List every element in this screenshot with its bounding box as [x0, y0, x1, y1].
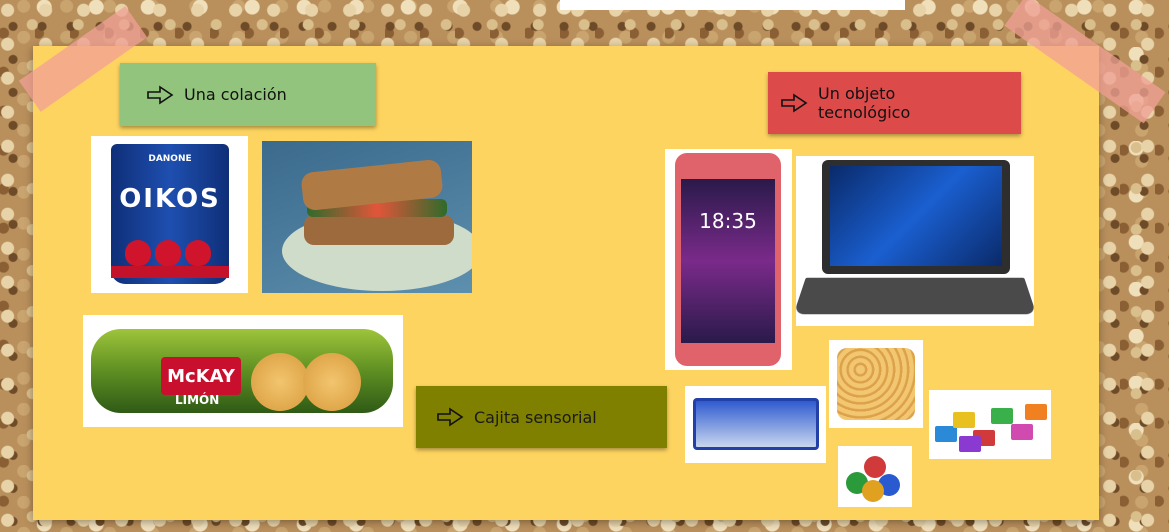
label-cajita-sensorial: Cajita sensorial: [416, 386, 667, 448]
yogurt-maker-text: DANONE: [148, 154, 192, 164]
photo-mckay-cookies: McKAY LIMÓN: [83, 315, 403, 427]
lego-brick: [1011, 424, 1033, 440]
yogurt-band: [111, 266, 229, 278]
lego-brick: [991, 408, 1013, 424]
photo-bottle-caps: [838, 446, 912, 507]
lego-brick: [953, 412, 975, 428]
lego-brick: [959, 436, 981, 452]
photo-lego-blocks: [929, 390, 1051, 459]
photo-laptop: [796, 156, 1034, 326]
photo-pasta: [829, 340, 923, 428]
plastic-box-shape: [693, 398, 819, 450]
arrow-right-icon: [437, 407, 464, 427]
label-text-block: Un objeto tecnológico: [818, 84, 910, 122]
yogurt-brand-text: OIKOS: [119, 184, 221, 214]
strawberry-shape: [155, 240, 181, 266]
cookie-shape: [251, 353, 309, 411]
phone-body: 18:35: [675, 153, 781, 366]
pasta-shape: [837, 348, 915, 420]
photo-plastic-box: [685, 386, 826, 463]
strawberry-shape: [125, 240, 151, 266]
laptop-lid: [822, 160, 1010, 274]
photo-oikos-yogurt: DANONE OIKOS: [91, 136, 248, 293]
cookie-pack: McKAY LIMÓN: [91, 329, 393, 413]
label-text-line1: Un objeto: [818, 83, 896, 103]
arrow-right-icon: [147, 85, 174, 104]
top-white-strip: [560, 0, 905, 10]
cookie-brand-text: McKAY: [161, 357, 241, 395]
laptop-screen: [830, 166, 1002, 266]
label-text: Cajita sensorial: [474, 407, 597, 427]
bread-bottom: [304, 215, 454, 245]
label-text-line2: tecnológico: [818, 103, 911, 122]
photo-smartphone: 18:35: [665, 149, 792, 370]
phone-screen: 18:35: [681, 179, 775, 343]
yogurt-cup: DANONE OIKOS: [111, 144, 229, 284]
strawberry-shape: [185, 240, 211, 266]
arrow-right-icon: [781, 93, 808, 113]
phone-time-text: 18:35: [699, 209, 757, 233]
cookie-shape: [303, 353, 361, 411]
cookie-flavor-text: LIMÓN: [175, 393, 220, 407]
lego-brick: [935, 426, 957, 442]
lego-brick: [1025, 404, 1047, 420]
label-una-colacion: Una colación: [120, 63, 376, 126]
laptop-base: [796, 277, 1034, 315]
label-text: Una colación: [184, 85, 287, 104]
cap-shape: [862, 480, 884, 502]
label-objeto-tecnologico: Un objeto tecnológico: [768, 72, 1021, 134]
photo-sandwich: [262, 141, 472, 293]
